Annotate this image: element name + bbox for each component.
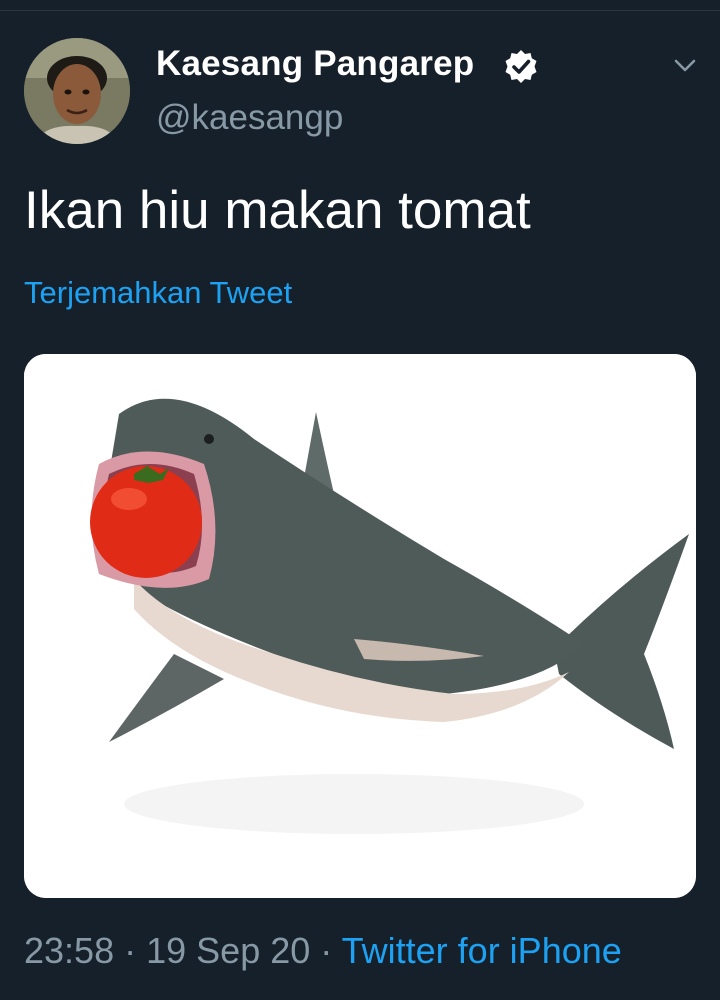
tweet-media-image[interactable] (24, 354, 696, 898)
tweet-metadata: 23:58 · 19 Sep 20 · Twitter for iPhone (24, 930, 622, 972)
avatar[interactable] (24, 38, 130, 144)
user-handle[interactable]: @kaesangp (156, 98, 343, 138)
tweet-text: Ikan hiu makan tomat (24, 181, 531, 240)
chevron-down-icon[interactable] (672, 52, 698, 78)
avatar-image (24, 38, 130, 144)
tweet-time: 23:58 (24, 930, 115, 971)
shark-eating-tomato-image (24, 354, 696, 898)
display-name[interactable]: Kaesang Pangarep (156, 44, 474, 84)
top-divider (0, 0, 720, 11)
verified-badge-icon (505, 50, 537, 83)
meta-separator: · (320, 930, 333, 971)
meta-separator: · (124, 930, 137, 971)
tweet-date: 19 Sep 20 (146, 930, 311, 971)
translate-tweet-link[interactable]: Terjemahkan Tweet (24, 275, 292, 311)
tweet-source-link[interactable]: Twitter for iPhone (342, 930, 622, 971)
